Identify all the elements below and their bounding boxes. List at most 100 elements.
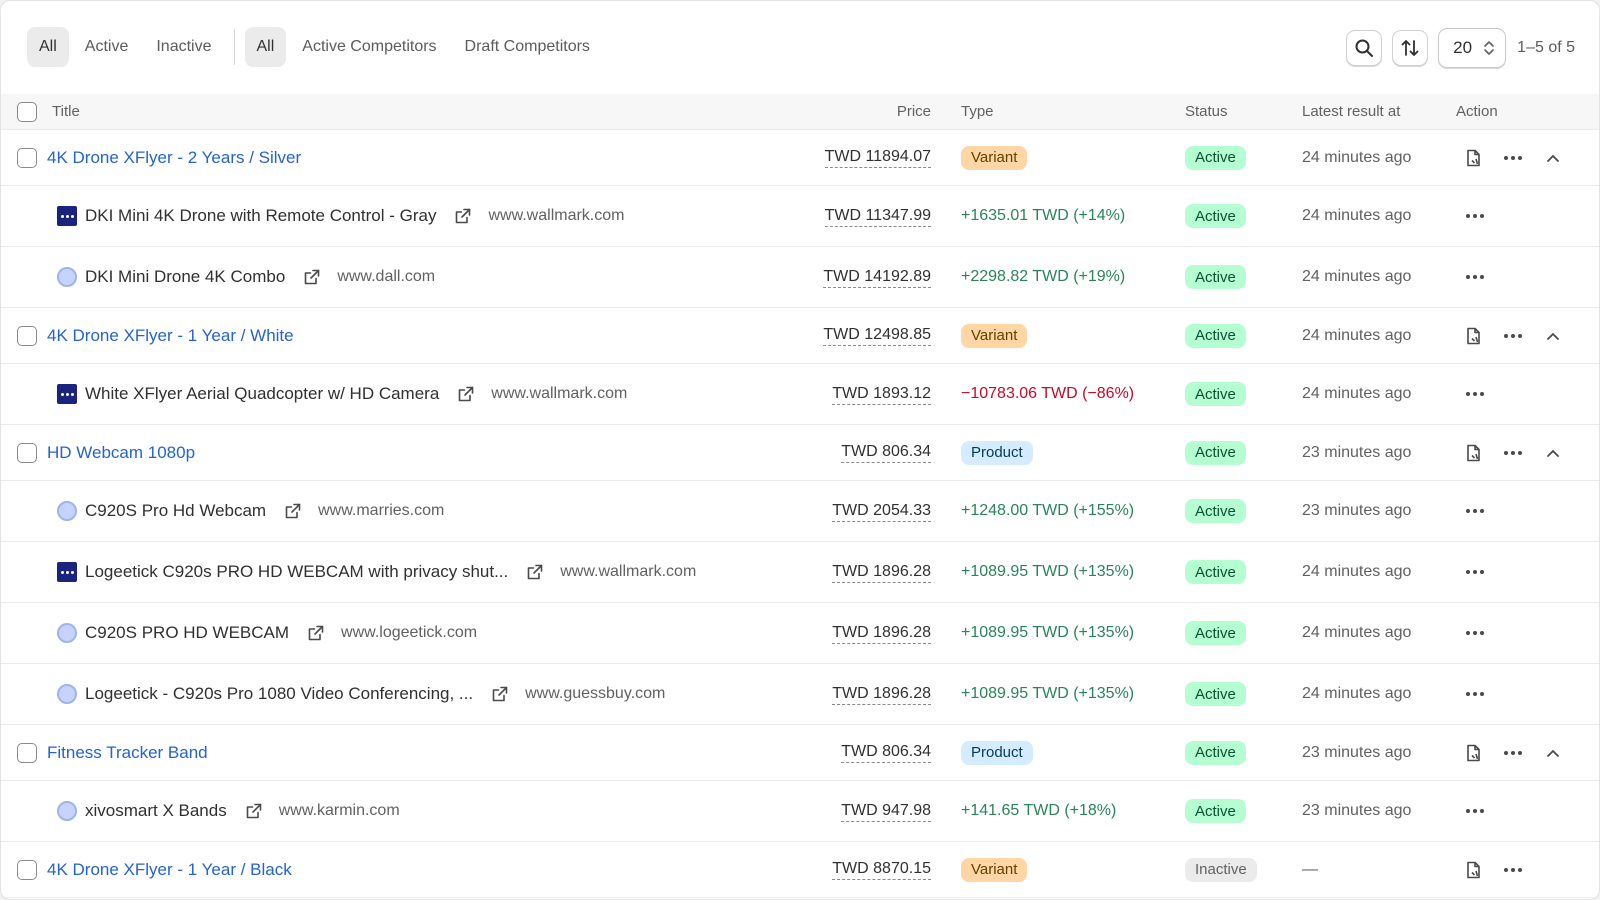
- tab-draft-competitors[interactable]: Draft Competitors: [453, 27, 602, 67]
- price-value[interactable]: TWD 947.98: [841, 801, 931, 822]
- competitor-row[interactable]: White XFlyer Aerial Quadcopter w/ HD Cam…: [1, 364, 1599, 425]
- sort-button[interactable]: [1392, 30, 1429, 66]
- product-title-link[interactable]: 4K Drone XFlyer - 1 Year / White: [47, 326, 294, 346]
- product-title-link[interactable]: HD Webcam 1080p: [47, 443, 195, 463]
- report-button[interactable]: [1460, 842, 1486, 897]
- price-value[interactable]: TWD 11347.99: [824, 206, 931, 227]
- price-value[interactable]: TWD 14192.89: [823, 267, 931, 288]
- row-checkbox[interactable]: [17, 130, 37, 185]
- type-cell: Product: [961, 425, 1033, 480]
- type-cell: +141.65 TWD (+18%): [961, 781, 1116, 841]
- external-link-icon[interactable]: [457, 385, 475, 403]
- price-cell: TWD 11347.99: [824, 186, 931, 246]
- tab-active-competitors[interactable]: Active Competitors: [290, 27, 448, 67]
- more-actions-button[interactable]: [1462, 364, 1488, 424]
- per-page-select[interactable]: 20: [1438, 28, 1507, 68]
- competitor-row[interactable]: C920S PRO HD WEBCAM www.logeetick.com TWD …: [1, 603, 1599, 664]
- row-checkbox[interactable]: [17, 725, 37, 780]
- more-actions-button[interactable]: [1462, 781, 1488, 841]
- product-row[interactable]: 4K Drone XFlyer - 1 Year / Black TWD 8870…: [1, 842, 1599, 898]
- collapse-button[interactable]: [1540, 308, 1566, 363]
- latest-result-cell: 23 minutes ago: [1302, 425, 1411, 480]
- price-value[interactable]: TWD 1893.12: [832, 384, 931, 405]
- status-badge: Active: [1185, 145, 1246, 170]
- product-row[interactable]: Fitness Tracker Band TWD 806.34 Product Act…: [1, 725, 1599, 781]
- external-link-icon[interactable]: [491, 685, 509, 703]
- competitor-row[interactable]: DKI Mini Drone 4K Combo www.dall.com TWD 1…: [1, 247, 1599, 308]
- tab-status-active[interactable]: Active: [73, 27, 141, 67]
- more-actions-button[interactable]: [1462, 186, 1488, 246]
- status-cell: Active: [1185, 186, 1246, 246]
- tab-status-inactive[interactable]: Inactive: [144, 27, 223, 67]
- price-value[interactable]: TWD 8870.15: [832, 859, 931, 880]
- price-value[interactable]: TWD 11894.07: [824, 147, 931, 168]
- type-cell: Variant: [961, 130, 1028, 185]
- column-status[interactable]: Status: [1185, 94, 1228, 130]
- external-link-icon[interactable]: [526, 563, 544, 581]
- more-actions-button[interactable]: [1500, 130, 1526, 185]
- report-button[interactable]: [1460, 725, 1486, 780]
- tab-type-all[interactable]: All: [244, 27, 287, 67]
- more-actions-button[interactable]: [1462, 247, 1488, 307]
- external-link-icon[interactable]: [307, 624, 325, 642]
- competitor-row[interactable]: Logeetick - C920s Pro 1080 Video Confere…: [1, 664, 1599, 725]
- price-cell: TWD 2054.33: [832, 481, 931, 541]
- more-actions-button[interactable]: [1500, 308, 1526, 363]
- price-difference: +1089.95 TWD (+135%): [961, 685, 1135, 702]
- more-actions-button[interactable]: [1500, 842, 1526, 897]
- competitor-title-cell: Logeetick - C920s Pro 1080 Video Confere…: [57, 664, 665, 724]
- product-row[interactable]: 4K Drone XFlyer - 1 Year / White TWD 1249…: [1, 308, 1599, 364]
- collapse-button[interactable]: [1540, 425, 1566, 480]
- external-link-icon[interactable]: [284, 502, 302, 520]
- column-price[interactable]: Price: [897, 94, 931, 130]
- more-actions-button[interactable]: [1462, 542, 1488, 602]
- chevron-up-icon: [1540, 740, 1566, 766]
- more-actions-button[interactable]: [1462, 481, 1488, 541]
- competitor-row[interactable]: Logeetick C920s PRO HD WEBCAM with priva…: [1, 542, 1599, 603]
- price-value[interactable]: TWD 1896.28: [832, 623, 931, 644]
- tab-status-all[interactable]: All: [27, 27, 69, 67]
- report-button[interactable]: [1460, 308, 1486, 363]
- product-title-link[interactable]: 4K Drone XFlyer - 2 Years / Silver: [47, 148, 301, 168]
- price-value[interactable]: TWD 2054.33: [832, 501, 931, 522]
- product-row[interactable]: 4K Drone XFlyer - 2 Years / Silver TWD 11…: [1, 130, 1599, 186]
- report-button[interactable]: [1460, 130, 1486, 185]
- more-actions-button[interactable]: [1462, 664, 1488, 724]
- product-row[interactable]: HD Webcam 1080p TWD 806.34 Product Active 23…: [1, 425, 1599, 481]
- report-button[interactable]: [1460, 425, 1486, 480]
- collapse-button[interactable]: [1540, 725, 1566, 780]
- competitor-row[interactable]: DKI Mini 4K Drone with Remote Control - …: [1, 186, 1599, 247]
- more-actions-button[interactable]: [1462, 603, 1488, 663]
- latest-result: —: [1302, 860, 1318, 878]
- price-value[interactable]: TWD 806.34: [841, 742, 931, 763]
- type-cell: +1089.95 TWD (+135%): [961, 542, 1134, 602]
- collapse-button[interactable]: [1540, 130, 1566, 185]
- external-link-icon[interactable]: [245, 802, 263, 820]
- price-value[interactable]: TWD 12498.85: [823, 325, 931, 346]
- column-title[interactable]: Title: [52, 94, 80, 130]
- column-type[interactable]: Type: [961, 94, 994, 130]
- globe-favicon: [57, 684, 77, 704]
- competitor-row[interactable]: C920S Pro Hd Webcam www.marries.com TWD 20…: [1, 481, 1599, 542]
- more-actions-button[interactable]: [1500, 425, 1526, 480]
- competitor-domain: www.karmin.com: [278, 802, 400, 819]
- competitor-row[interactable]: xivosmart X Bands www.karmin.com TWD 947.9…: [1, 781, 1599, 842]
- more-actions-button[interactable]: [1500, 725, 1526, 780]
- price-cell: TWD 1896.28: [832, 603, 931, 663]
- tab-divider: [233, 29, 235, 65]
- competitor-title: Logeetick - C920s Pro 1080 Video Confere…: [85, 684, 474, 703]
- price-value[interactable]: TWD 806.34: [841, 442, 931, 463]
- price-value[interactable]: TWD 1896.28: [832, 684, 931, 705]
- price-value[interactable]: TWD 1896.28: [832, 562, 931, 583]
- status-badge: Active: [1185, 265, 1246, 289]
- row-checkbox[interactable]: [17, 425, 37, 480]
- row-checkbox[interactable]: [17, 842, 37, 897]
- product-title-link[interactable]: Fitness Tracker Band: [47, 743, 208, 763]
- external-link-icon[interactable]: [454, 207, 472, 225]
- product-title-link[interactable]: 4K Drone XFlyer - 1 Year / Black: [47, 860, 292, 880]
- select-all-checkbox[interactable]: [17, 102, 37, 122]
- external-link-icon[interactable]: [303, 268, 321, 286]
- row-checkbox[interactable]: [17, 308, 37, 363]
- search-button[interactable]: [1346, 30, 1383, 66]
- column-latest-result[interactable]: Latest result at: [1302, 94, 1400, 130]
